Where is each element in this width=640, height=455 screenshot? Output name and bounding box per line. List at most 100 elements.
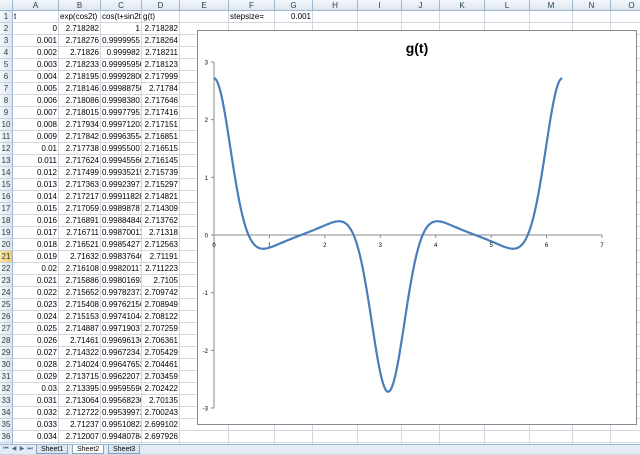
cell-a20[interactable]: 0.018 xyxy=(13,239,59,251)
cell-i36[interactable] xyxy=(358,431,402,443)
cell-d13[interactable]: 2.716145 xyxy=(142,155,180,167)
column-header-m[interactable]: M xyxy=(530,0,573,11)
row-header-3[interactable]: 3 xyxy=(0,35,13,47)
cell-d16[interactable]: 2.714821 xyxy=(142,191,180,203)
cell-h1[interactable] xyxy=(313,11,358,23)
row-header-31[interactable]: 31 xyxy=(0,371,13,383)
cell-c21[interactable]: 0.998376461 xyxy=(101,251,142,263)
cell-j1[interactable] xyxy=(402,11,440,23)
cell-d26[interactable]: 2.708122 xyxy=(142,311,180,323)
cell-c17[interactable]: 0.998987873 xyxy=(101,203,142,215)
cell-c12[interactable]: 0.999550074 xyxy=(101,143,142,155)
cell-d4[interactable]: 2.718211 xyxy=(142,47,180,59)
row-header-8[interactable]: 8 xyxy=(0,95,13,107)
cell-d25[interactable]: 2.708949 xyxy=(142,299,180,311)
column-header-b[interactable]: B xyxy=(59,0,101,11)
column-header-n[interactable]: N xyxy=(573,0,611,11)
cell-d9[interactable]: 2.717416 xyxy=(142,107,180,119)
column-header-j[interactable]: J xyxy=(402,0,440,11)
row-header-5[interactable]: 5 xyxy=(0,59,13,71)
row-header-27[interactable]: 27 xyxy=(0,323,13,335)
row-header-11[interactable]: 11 xyxy=(0,131,13,143)
cell-b30[interactable]: 2.714024 xyxy=(59,359,101,371)
cell-c3[interactable]: 0.9999955 xyxy=(101,35,142,47)
cell-k1[interactable] xyxy=(440,11,485,23)
cell-a7[interactable]: 0.005 xyxy=(13,83,59,95)
cell-b19[interactable]: 2.716711 xyxy=(59,227,101,239)
cell-b10[interactable]: 2.717934 xyxy=(59,119,101,131)
cell-d21[interactable]: 2.71191 xyxy=(142,251,180,263)
cell-d32[interactable]: 2.702422 xyxy=(142,383,180,395)
cell-b15[interactable]: 2.717363 xyxy=(59,179,101,191)
cell-a15[interactable]: 0.013 xyxy=(13,179,59,191)
cell-c36[interactable]: 0.994807842 xyxy=(101,431,142,443)
cell-b8[interactable]: 2.718086 xyxy=(59,95,101,107)
cell-a35[interactable]: 0.033 xyxy=(13,419,59,431)
cell-d36[interactable]: 2.697926 xyxy=(142,431,180,443)
row-header-30[interactable]: 30 xyxy=(0,359,13,371)
cell-d23[interactable]: 2.7105 xyxy=(142,275,180,287)
cell-d30[interactable]: 2.704461 xyxy=(142,359,180,371)
cell-l36[interactable] xyxy=(485,431,530,443)
cell-c14[interactable]: 0.999352153 xyxy=(101,167,142,179)
cell-d2[interactable]: 2.718282 xyxy=(142,23,180,35)
cell-a18[interactable]: 0.016 xyxy=(13,215,59,227)
column-header-d[interactable]: D xyxy=(142,0,180,11)
cell-c31[interactable]: 0.996220711 xyxy=(101,371,142,383)
cell-b17[interactable]: 2.717059 xyxy=(59,203,101,215)
row-header-16[interactable]: 16 xyxy=(0,191,13,203)
cell-a29[interactable]: 0.027 xyxy=(13,347,59,359)
cell-b32[interactable]: 2.713395 xyxy=(59,383,101,395)
cell-b25[interactable]: 2.715408 xyxy=(59,299,101,311)
cell-m36[interactable] xyxy=(530,431,573,443)
cell-b24[interactable]: 2.715652 xyxy=(59,287,101,299)
column-header-c[interactable]: C xyxy=(101,0,142,11)
row-header-34[interactable]: 34 xyxy=(0,407,13,419)
cell-a34[interactable]: 0.032 xyxy=(13,407,59,419)
cell-a9[interactable]: 0.007 xyxy=(13,107,59,119)
cell-a26[interactable]: 0.024 xyxy=(13,311,59,323)
cell-a13[interactable]: 0.011 xyxy=(13,155,59,167)
cell-k36[interactable] xyxy=(440,431,485,443)
cell-a31[interactable]: 0.029 xyxy=(13,371,59,383)
cell-m1[interactable] xyxy=(530,11,573,23)
cell-c20[interactable]: 0.998542774 xyxy=(101,239,142,251)
cell-a19[interactable]: 0.017 xyxy=(13,227,59,239)
row-header-19[interactable]: 19 xyxy=(0,227,13,239)
row-header-13[interactable]: 13 xyxy=(0,155,13,167)
cell-b11[interactable]: 2.717842 xyxy=(59,131,101,143)
cell-a25[interactable]: 0.023 xyxy=(13,299,59,311)
cell-b22[interactable]: 2.716108 xyxy=(59,263,101,275)
cell-d20[interactable]: 2.712563 xyxy=(142,239,180,251)
cell-b5[interactable]: 2.718233 xyxy=(59,59,101,71)
cell-b12[interactable]: 2.717738 xyxy=(59,143,101,155)
cell-d34[interactable]: 2.700243 xyxy=(142,407,180,419)
cell-a14[interactable]: 0.012 xyxy=(13,167,59,179)
row-header-7[interactable]: 7 xyxy=(0,83,13,95)
cell-b34[interactable]: 2.712722 xyxy=(59,407,101,419)
cell-b21[interactable]: 2.71632 xyxy=(59,251,101,263)
row-header-1[interactable]: 1 xyxy=(0,11,13,23)
column-header-f[interactable]: F xyxy=(229,0,275,11)
cell-c27[interactable]: 0.997190379 xyxy=(101,323,142,335)
cell-h36[interactable] xyxy=(313,431,358,443)
cell-a22[interactable]: 0.02 xyxy=(13,263,59,275)
cell-c32[interactable]: 0.995955967 xyxy=(101,383,142,395)
cell-d28[interactable]: 2.706361 xyxy=(142,335,180,347)
cell-b2[interactable]: 2.718282 xyxy=(59,23,101,35)
row-header-2[interactable]: 2 xyxy=(0,23,13,35)
cell-b13[interactable]: 2.717624 xyxy=(59,155,101,167)
cell-a27[interactable]: 0.025 xyxy=(13,323,59,335)
cell-a8[interactable]: 0.006 xyxy=(13,95,59,107)
cell-c16[interactable]: 0.999118283 xyxy=(101,191,142,203)
cell-a4[interactable]: 0.002 xyxy=(13,47,59,59)
cell-a12[interactable]: 0.01 xyxy=(13,143,59,155)
cell-d10[interactable]: 2.717151 xyxy=(142,119,180,131)
cell-a10[interactable]: 0.008 xyxy=(13,119,59,131)
cell-c10[interactable]: 0.99971203 xyxy=(101,119,142,131)
row-header-22[interactable]: 22 xyxy=(0,263,13,275)
row-header-24[interactable]: 24 xyxy=(0,287,13,299)
column-header-l[interactable]: L xyxy=(485,0,530,11)
cell-c18[interactable]: 0.998848483 xyxy=(101,215,142,227)
cell-d1[interactable]: g(t) xyxy=(142,11,180,23)
